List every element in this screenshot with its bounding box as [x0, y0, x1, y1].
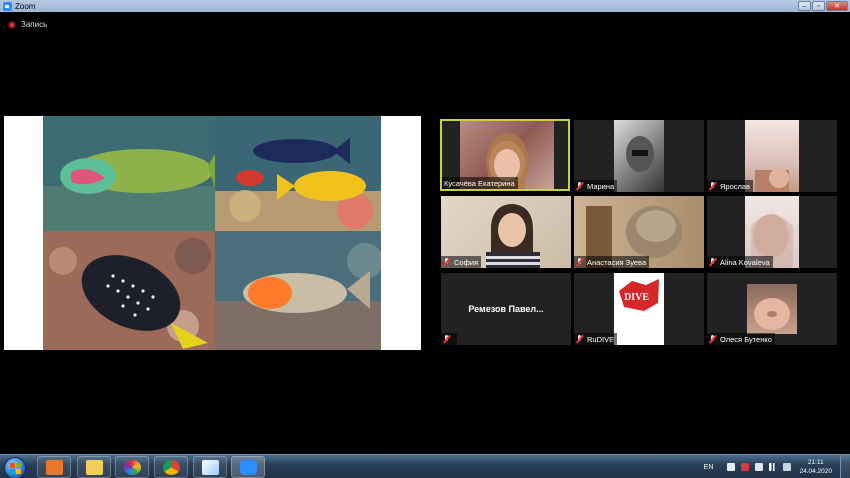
- taskbar-picasa[interactable]: [115, 456, 149, 478]
- media-player-icon: [46, 460, 63, 475]
- participant-name-bar: RuDIVE: [574, 333, 618, 345]
- recording-icon: [8, 20, 16, 29]
- participant-name-bar: Alina Kovaleva: [707, 256, 773, 268]
- participant-name-bar: Анастасия Зуева: [574, 256, 650, 268]
- mic-muted-icon: [443, 335, 451, 343]
- folder-icon: [86, 460, 103, 475]
- maximize-button[interactable]: ▫: [812, 1, 825, 11]
- participant-name: RuDIVE: [587, 334, 615, 344]
- volume-icon[interactable]: [783, 463, 792, 471]
- taskbar: EN 21:11 24.04.2020: [0, 454, 850, 478]
- participant-tile[interactable]: Марина: [574, 120, 704, 192]
- mic-muted-icon: [709, 258, 717, 266]
- participant-name-bar: Олеся Бутенко: [707, 333, 775, 345]
- participant-tile[interactable]: Анастасия Зуева: [574, 196, 704, 268]
- action-center-icon[interactable]: [741, 463, 750, 471]
- notifications-icon[interactable]: [727, 463, 736, 471]
- participant-name: Кусачёва Екатерина: [444, 178, 515, 188]
- participant-tile[interactable]: София: [441, 196, 571, 268]
- participant-name-bar: Кусачёва Екатерина: [442, 177, 518, 189]
- language-indicator[interactable]: EN: [704, 464, 714, 471]
- system-tray: EN 21:11 24.04.2020: [704, 455, 850, 478]
- fish-photo-icon: [43, 231, 215, 350]
- shared-screen: [4, 116, 421, 350]
- windows-logo-icon-part: [10, 469, 15, 474]
- svg-text:DIVE: DIVE: [624, 292, 649, 303]
- taskbar-paint[interactable]: [193, 456, 227, 478]
- rudive-logo-icon: DIVE: [614, 273, 664, 345]
- clock-date: 24.04.2020: [799, 468, 832, 475]
- fish-photo-icon: [43, 116, 215, 231]
- show-desktop-button[interactable]: [840, 455, 850, 478]
- network-icon[interactable]: [769, 463, 778, 471]
- participant-tile[interactable]: Ремезов Павел...: [441, 273, 571, 345]
- mic-muted-icon: [709, 335, 717, 343]
- participant-name: Alina Kovaleva: [720, 257, 770, 267]
- participant-video: [614, 120, 664, 192]
- fish-photo-icon: [215, 231, 381, 350]
- recording-label: Запись: [21, 20, 48, 29]
- participant-video: [747, 284, 797, 334]
- participant-name-bar: Ярослав: [707, 180, 754, 192]
- paint-icon: [202, 460, 219, 475]
- mic-muted-icon: [576, 258, 584, 266]
- battery-icon[interactable]: [755, 463, 764, 471]
- mic-muted-icon: [576, 182, 584, 190]
- participant-name-bar: София: [441, 256, 482, 268]
- window-title: Zoom: [15, 1, 36, 11]
- taskbar-zoom[interactable]: [231, 456, 265, 478]
- participant-tile[interactable]: Олеся Бутенко: [707, 273, 837, 345]
- zoom-icon: [240, 460, 257, 475]
- close-button[interactable]: ✕: [826, 1, 848, 11]
- start-button[interactable]: [4, 457, 26, 478]
- mic-muted-icon: [443, 258, 451, 266]
- recording-indicator[interactable]: Запись: [8, 20, 47, 29]
- windows-logo-icon-part: [16, 463, 21, 468]
- taskbar-chrome[interactable]: [154, 456, 188, 478]
- windows-logo-icon-part: [16, 469, 21, 474]
- taskbar-media-player[interactable]: [37, 456, 71, 478]
- window-controls: – ▫ ✕: [797, 0, 848, 12]
- participant-name-bar: [441, 333, 457, 345]
- participant-name: Анастасия Зуева: [587, 257, 647, 267]
- participant-name-bar: Марина: [574, 180, 618, 192]
- zoom-logo-icon: [3, 1, 12, 11]
- participant-tile[interactable]: DIVE RuDIVE: [574, 273, 704, 345]
- participant-name: Олеся Бутенко: [720, 334, 772, 344]
- participant-name: София: [454, 257, 479, 267]
- mic-muted-icon: [709, 182, 717, 190]
- minimize-button[interactable]: –: [798, 1, 811, 11]
- clock[interactable]: 21:11 24.04.2020: [799, 458, 832, 476]
- clock-time: 21:11: [807, 459, 824, 466]
- mic-muted-icon: [576, 335, 584, 343]
- participant-name: Ярослав: [720, 181, 751, 191]
- participant-video: [745, 120, 799, 192]
- picasa-icon: [124, 460, 141, 475]
- window-title-bar: Zoom – ▫ ✕: [0, 0, 850, 12]
- participant-name: Марина: [587, 181, 615, 191]
- windows-logo-icon: [10, 463, 15, 468]
- participant-tile[interactable]: Alina Kovaleva: [707, 196, 837, 268]
- chrome-icon: [163, 460, 180, 475]
- participant-tile[interactable]: Кусачёва Екатерина: [440, 119, 570, 191]
- fish-photo-icon: [215, 116, 381, 231]
- participant-center-name: Ремезов Павел...: [468, 304, 544, 314]
- participant-tile[interactable]: Ярослав: [707, 120, 837, 192]
- taskbar-file-explorer[interactable]: [77, 456, 111, 478]
